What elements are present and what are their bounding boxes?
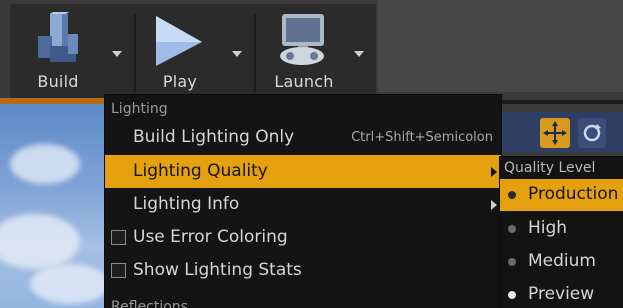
build-button[interactable]: Build	[10, 4, 100, 98]
menu-item-use-error-coloring[interactable]: Use Error Coloring	[105, 221, 501, 254]
radio-icon	[508, 225, 516, 233]
chevron-down-icon	[112, 51, 122, 57]
toolbar-background-right	[378, 0, 623, 92]
checkbox-icon[interactable]	[111, 263, 126, 278]
play-options-dropdown[interactable]	[226, 4, 248, 98]
submenu-item-preview[interactable]: Preview	[500, 279, 623, 308]
menu-item-lighting-info[interactable]: Lighting Info	[105, 188, 501, 221]
move-tool-icon	[543, 121, 567, 145]
chevron-down-icon	[232, 51, 242, 57]
move-tool-button[interactable]	[540, 118, 570, 148]
radio-icon	[508, 258, 516, 266]
cloud	[30, 264, 110, 304]
menu-item-label: Show Lighting Stats	[133, 260, 302, 280]
submenu-item-label: High	[528, 218, 568, 238]
submenu-item-production[interactable]: Production	[500, 179, 623, 211]
level-viewport[interactable]	[0, 104, 110, 308]
submenu-item-label: Production	[528, 184, 619, 204]
launch-button[interactable]: Launch	[258, 4, 348, 98]
play-icon	[152, 14, 204, 72]
build-dropdown-menu: Lighting Build Lighting Only Ctrl+Shift+…	[104, 94, 502, 308]
menu-item-label: Lighting Info	[133, 194, 240, 214]
menu-item-label: Use Error Coloring	[133, 227, 288, 247]
radio-icon	[508, 191, 516, 199]
menu-item-label: Build Lighting Only	[133, 127, 295, 147]
submenu-item-medium[interactable]: Medium	[500, 246, 623, 278]
play-button[interactable]: Play	[138, 4, 228, 98]
menu-item-show-lighting-stats[interactable]: Show Lighting Stats	[105, 254, 501, 287]
submenu-item-label: Medium	[528, 251, 596, 271]
menu-section-lighting: Lighting	[111, 101, 168, 117]
chevron-right-icon	[491, 167, 497, 177]
launch-icon	[274, 12, 330, 74]
menu-item-build-lighting-only[interactable]: Build Lighting Only Ctrl+Shift+Semicolon	[105, 121, 501, 154]
menu-item-shortcut: Ctrl+Shift+Semicolon	[351, 130, 493, 145]
chevron-down-icon	[354, 51, 364, 57]
launch-label: Launch	[274, 72, 334, 91]
cloud	[0, 214, 80, 269]
quality-level-submenu: Quality Level Production High Medium Pre…	[499, 156, 623, 308]
rotate-tool-icon	[583, 124, 601, 142]
rotate-tool-button[interactable]	[578, 118, 606, 148]
menu-section-reflections: Reflections	[111, 299, 188, 308]
build-icon	[34, 10, 84, 74]
build-label: Build	[37, 72, 79, 91]
launch-options-dropdown[interactable]	[348, 4, 370, 98]
chevron-right-icon	[491, 200, 497, 210]
editor-window: Build Play Launch Lighting Build Lightin…	[0, 0, 623, 308]
play-label: Play	[162, 72, 198, 91]
build-options-dropdown[interactable]	[106, 4, 128, 98]
menu-item-label: Lighting Quality	[133, 161, 268, 181]
main-toolbar: Build Play Launch	[10, 4, 376, 98]
submenu-item-high[interactable]: High	[500, 213, 623, 245]
menu-item-lighting-quality[interactable]: Lighting Quality	[105, 155, 501, 188]
checkbox-icon[interactable]	[111, 230, 126, 245]
cloud	[10, 144, 80, 184]
submenu-section-title: Quality Level	[504, 160, 596, 176]
submenu-item-label: Preview	[528, 284, 595, 304]
radio-icon	[508, 291, 516, 299]
